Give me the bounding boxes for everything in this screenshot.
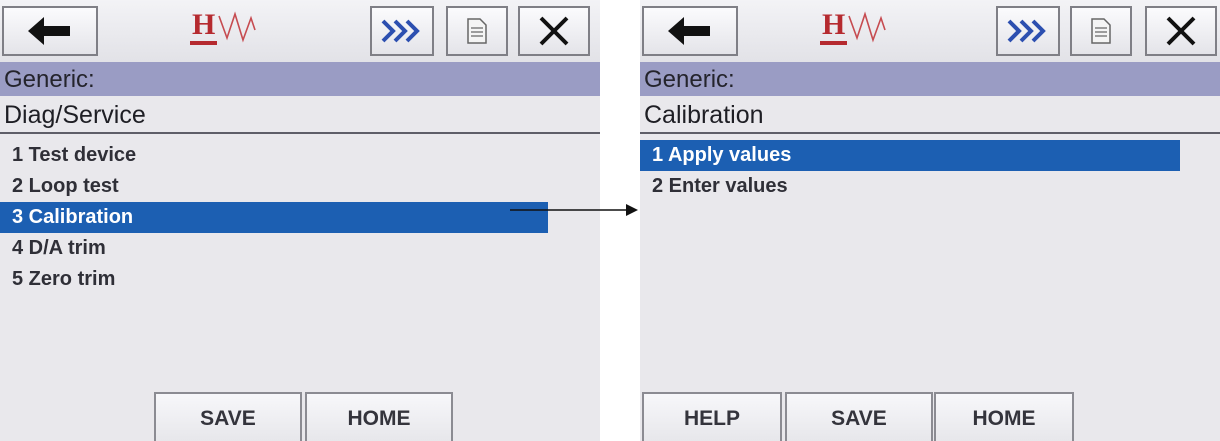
toolbar: H — [0, 0, 600, 62]
hart-logo-icon: H — [190, 10, 218, 45]
section-header: Generic: — [640, 62, 1220, 96]
section-header: Generic: — [0, 62, 600, 96]
menu-item-loop-test[interactable]: 2 Loop test — [0, 171, 600, 202]
document-icon — [467, 18, 487, 44]
forward-button[interactable] — [996, 6, 1060, 56]
screen-calibration: H Generic: Calibration 1 Apply values 2 … — [640, 0, 1220, 441]
menu-item-da-trim[interactable]: 4 D/A trim — [0, 233, 600, 264]
menu-item-calibration[interactable]: 3 Calibration — [0, 202, 548, 233]
home-button[interactable]: HOME — [934, 392, 1074, 441]
menu-item-enter-values[interactable]: 2 Enter values — [640, 171, 1220, 202]
close-icon — [1166, 16, 1196, 46]
help-button[interactable]: HELP — [642, 392, 782, 441]
hart-logo: H — [190, 10, 270, 56]
page-title: Calibration — [640, 96, 1220, 134]
save-button[interactable]: SAVE — [785, 392, 933, 441]
back-button[interactable] — [2, 6, 98, 56]
forward-chevrons-icon — [1007, 19, 1046, 43]
close-button[interactable] — [1145, 6, 1217, 56]
forward-button[interactable] — [370, 6, 434, 56]
back-button[interactable] — [642, 6, 738, 56]
document-icon — [1091, 18, 1111, 44]
toolbar: H — [640, 0, 1220, 62]
screen-diag-service: H Generic: Diag/Service 1 Test device 2 … — [0, 0, 600, 441]
hart-logo-icon: H — [820, 10, 848, 45]
transition-arrow-icon — [510, 204, 638, 216]
page-title: Diag/Service — [0, 96, 600, 134]
menu-item-test-device[interactable]: 1 Test device — [0, 140, 600, 171]
home-button[interactable]: HOME — [305, 392, 453, 441]
wave-icon — [218, 11, 257, 43]
document-button[interactable] — [446, 6, 508, 56]
menu-item-apply-values[interactable]: 1 Apply values — [640, 140, 1180, 171]
close-button[interactable] — [518, 6, 590, 56]
close-icon — [539, 16, 569, 46]
hart-logo: H — [820, 10, 900, 56]
document-button[interactable] — [1070, 6, 1132, 56]
wave-icon — [848, 11, 887, 43]
menu-list: 1 Apply values 2 Enter values — [640, 140, 1220, 202]
menu-item-zero-trim[interactable]: 5 Zero trim — [0, 264, 600, 295]
back-arrow-icon — [28, 17, 70, 45]
save-button[interactable]: SAVE — [154, 392, 302, 441]
back-arrow-icon — [668, 17, 710, 45]
forward-chevrons-icon — [381, 19, 420, 43]
